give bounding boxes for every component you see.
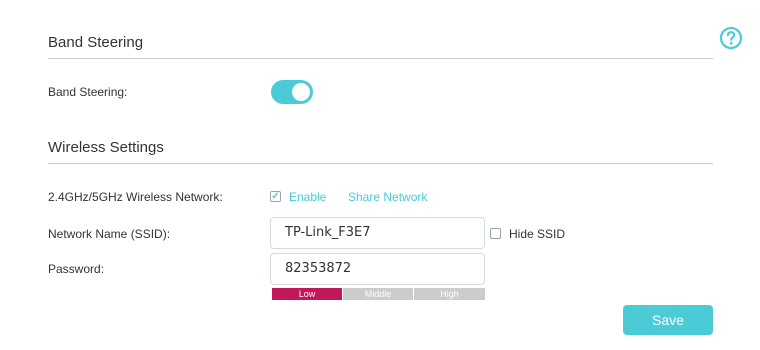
section-divider <box>48 163 713 164</box>
strength-low-segment: Low <box>272 288 342 300</box>
band-steering-label: Band Steering: <box>48 85 128 99</box>
help-icon[interactable] <box>719 26 743 50</box>
band-steering-toggle[interactable] <box>271 80 313 104</box>
strength-high-segment: High <box>414 288 485 300</box>
checkmark-icon: ✓ <box>271 191 280 202</box>
save-button[interactable]: Save <box>623 305 713 335</box>
enable-checkbox[interactable]: ✓ <box>270 191 281 202</box>
ssid-input[interactable]: TP-Link_F3E7 <box>270 217 485 249</box>
enable-label[interactable]: Enable <box>289 190 326 204</box>
hide-ssid-checkbox[interactable] <box>490 228 501 239</box>
toggle-knob <box>292 83 310 101</box>
ssid-label: Network Name (SSID): <box>48 227 171 241</box>
hide-ssid-label[interactable]: Hide SSID <box>509 227 565 241</box>
wireless-network-label: 2.4GHz/5GHz Wireless Network: <box>48 190 223 204</box>
section-divider <box>48 58 713 59</box>
password-input[interactable]: 82353872 <box>270 253 485 285</box>
wireless-settings-title: Wireless Settings <box>48 139 164 156</box>
share-network-link[interactable]: Share Network <box>348 190 427 204</box>
password-label: Password: <box>48 262 105 276</box>
band-steering-title: Band Steering <box>48 34 144 51</box>
strength-middle-segment: Middle <box>343 288 413 300</box>
